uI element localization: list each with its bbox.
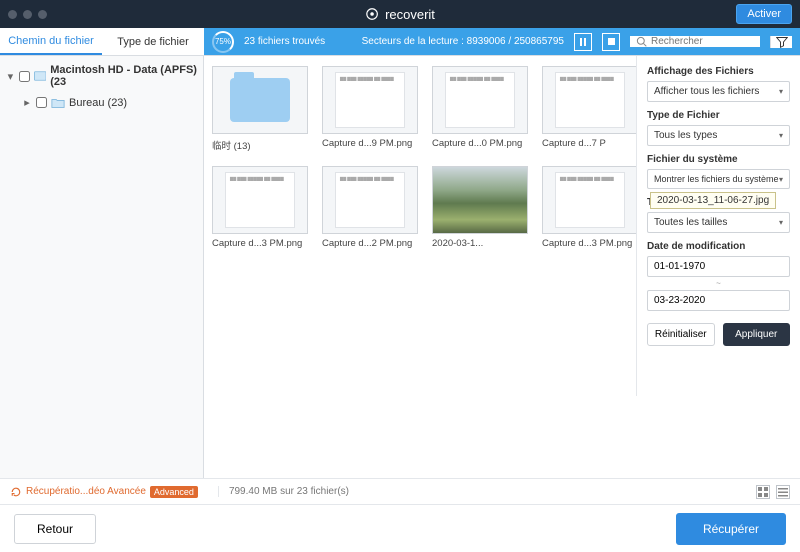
footer: Retour Récupérer (0, 504, 800, 552)
stop-button[interactable] (602, 33, 620, 51)
tree-root[interactable]: ▾ Macintosh HD - Data (APFS) (23 (0, 60, 203, 92)
thumbnail[interactable] (432, 166, 528, 234)
thumbnail[interactable]: ▇▇ ▇▇▇ ▇▇▇▇▇ ▇▇ ▇▇▇▇ (432, 66, 528, 134)
file-caption: Capture d...3 PM.png (212, 238, 308, 249)
filter-date-label: Date de modification (647, 241, 790, 252)
brand-text: recoverit (385, 7, 435, 22)
filter-display-select[interactable]: Afficher tous les fichiers▾ (647, 81, 790, 102)
recover-button[interactable]: Récupérer (676, 513, 786, 545)
file-item[interactable]: 临时 (13) (212, 66, 308, 152)
brand-icon (365, 7, 379, 21)
thumbnail[interactable]: ▇▇ ▇▇▇ ▇▇▇▇▇ ▇▇ ▇▇▇▇ (212, 166, 308, 234)
tab-file-path[interactable]: Chemin du fichier (0, 28, 102, 55)
window-controls[interactable] (8, 10, 47, 19)
thumbnail[interactable]: ▇▇ ▇▇▇ ▇▇▇▇▇ ▇▇ ▇▇▇▇ (542, 166, 638, 234)
scan-status-bar: 75% 23 fichiers trouvés Secteurs de la l… (204, 28, 800, 55)
thumbnail[interactable] (212, 66, 308, 134)
tree-root-checkbox[interactable] (19, 71, 30, 82)
filter-size-select[interactable]: Toutes les tailles▾ (647, 212, 790, 233)
caret-right-icon[interactable]: ▸ (22, 96, 32, 109)
tree-child-label: Bureau (23) (69, 97, 127, 109)
grid-view-button[interactable] (756, 485, 770, 499)
file-caption: Capture d...0 PM.png (432, 138, 528, 149)
chevron-down-icon: ▾ (779, 175, 783, 184)
file-item[interactable]: ▇▇ ▇▇▇ ▇▇▇▇▇ ▇▇ ▇▇▇▇ Capture d...7 P (542, 66, 638, 152)
advanced-recovery-link[interactable]: Récupératio...déo Avancée Advanced (10, 486, 198, 498)
list-icon (778, 487, 788, 497)
progress-ring: 75% (212, 31, 234, 53)
size-summary: 799.40 MB sur 23 fichier(s) (218, 486, 349, 497)
list-view-button[interactable] (776, 485, 790, 499)
filter-display-label: Affichage des Fichiers (647, 66, 790, 77)
date-from-input[interactable] (647, 256, 790, 277)
search-icon (636, 36, 647, 47)
grid-icon (758, 487, 768, 497)
sectors-read: Secteurs de la lecture : 8939006 / 25086… (362, 36, 564, 47)
status-bar: Récupératio...déo Avancée Advanced 799.4… (0, 478, 800, 504)
pause-button[interactable] (574, 33, 592, 51)
back-button[interactable]: Retour (14, 514, 96, 544)
reset-button[interactable]: Réinitialiser (647, 323, 715, 346)
search-input[interactable] (651, 36, 754, 47)
titlebar: recoverit Activer (0, 0, 800, 28)
tree-child-checkbox[interactable] (36, 97, 47, 108)
folder-icon (51, 97, 65, 109)
date-range-separator: ~ (647, 279, 790, 288)
file-item[interactable]: ▇▇ ▇▇▇ ▇▇▇▇▇ ▇▇ ▇▇▇▇ Capture d...2 PM.png (322, 166, 418, 249)
file-caption: Capture d...2 PM.png (322, 238, 418, 249)
date-to-input[interactable] (647, 290, 790, 311)
tab-file-type[interactable]: Type de fichier (102, 28, 204, 55)
view-toggle (756, 485, 790, 499)
activate-button[interactable]: Activer (736, 4, 792, 24)
file-caption: 2020-03-1... (432, 238, 528, 249)
sidebar: ▾ Macintosh HD - Data (APFS) (23 ▸ Burea… (0, 56, 204, 478)
filter-icon (776, 36, 788, 48)
brand: recoverit (365, 7, 435, 22)
disk-icon (34, 70, 46, 82)
file-caption: 临时 (13) (212, 138, 308, 152)
thumbnail[interactable]: ▇▇ ▇▇▇ ▇▇▇▇▇ ▇▇ ▇▇▇▇ (322, 66, 418, 134)
tabs: Chemin du fichier Type de fichier (0, 28, 204, 55)
file-caption: Capture d...9 PM.png (322, 138, 418, 149)
file-caption: Capture d...7 P (542, 138, 638, 149)
chevron-down-icon: ▾ (779, 218, 783, 227)
minimize-icon[interactable] (23, 10, 32, 19)
thumbnail[interactable]: ▇▇ ▇▇▇ ▇▇▇▇▇ ▇▇ ▇▇▇▇ (542, 66, 638, 134)
maximize-icon[interactable] (38, 10, 47, 19)
file-item[interactable]: 2020-03-1... (432, 166, 528, 249)
tree-child[interactable]: ▸ Bureau (23) (0, 92, 203, 113)
file-item[interactable]: ▇▇ ▇▇▇ ▇▇▇▇▇ ▇▇ ▇▇▇▇ Capture d...3 PM.png (542, 166, 638, 249)
tree-root-label: Macintosh HD - Data (APFS) (23 (50, 64, 197, 88)
chevron-down-icon: ▾ (779, 87, 783, 96)
caret-down-icon[interactable]: ▾ (6, 70, 15, 83)
close-icon[interactable] (8, 10, 17, 19)
filter-type-select[interactable]: Tous les types▾ (647, 125, 790, 146)
toolbar: Chemin du fichier Type de fichier 75% 23… (0, 28, 800, 56)
filter-system-select[interactable]: Montrer les fichiers du système▾ (647, 169, 790, 189)
search-box[interactable] (630, 36, 760, 47)
thumbnail[interactable]: ▇▇ ▇▇▇ ▇▇▇▇▇ ▇▇ ▇▇▇▇ (322, 166, 418, 234)
filter-toggle[interactable] (770, 36, 792, 48)
file-caption: Capture d...3 PM.png (542, 238, 638, 249)
files-found: 23 fichiers trouvés (244, 36, 325, 47)
filter-system-label: Fichier du système (647, 154, 790, 165)
file-item[interactable]: ▇▇ ▇▇▇ ▇▇▇▇▇ ▇▇ ▇▇▇▇ Capture d...0 PM.png (432, 66, 528, 152)
file-item[interactable]: ▇▇ ▇▇▇ ▇▇▇▇▇ ▇▇ ▇▇▇▇ Capture d...9 PM.png (322, 66, 418, 152)
advanced-badge: Advanced (150, 486, 198, 498)
filter-type-label: Type de Fichier (647, 110, 790, 121)
file-item[interactable]: ▇▇ ▇▇▇ ▇▇▇▇▇ ▇▇ ▇▇▇▇ Capture d...3 PM.png (212, 166, 308, 249)
chevron-down-icon: ▾ (779, 131, 783, 140)
filename-tooltip: 2020-03-13_11-06-27.jpg (650, 192, 776, 209)
refresh-icon (10, 486, 22, 498)
apply-button[interactable]: Appliquer (723, 323, 791, 346)
progress-percent: 75% (215, 37, 231, 46)
filters-panel: Affichage des Fichiers Afficher tous les… (636, 56, 800, 396)
